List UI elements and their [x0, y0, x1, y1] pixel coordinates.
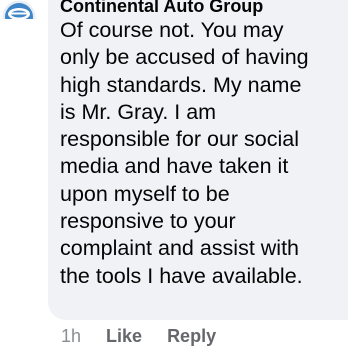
comment-line: responsive to your [60, 209, 236, 234]
comment-timestamp[interactable]: 1h [61, 326, 81, 347]
comment-line: complaint and assist with [60, 236, 299, 261]
comment-line: the tools I have available. [60, 263, 303, 288]
comment-view: Continental Auto Group Of course not. Yo… [0, 0, 348, 348]
comment-author[interactable]: Continental Auto Group [60, 0, 263, 17]
comment-line: upon myself to be [60, 181, 230, 206]
comment-line: only be accused of having [60, 45, 309, 70]
comment-line: Of course not. You may [60, 18, 284, 42]
profile-avatar[interactable] [2, 0, 36, 19]
comment-text: Of course not. You may only be accused o… [60, 17, 346, 290]
comment-line: high standards. My name [60, 72, 302, 97]
comment-actions: 1h Like Reply [61, 324, 216, 348]
comment-line: media and have taken it [60, 154, 289, 179]
like-button[interactable]: Like [106, 326, 142, 347]
continental-auto-group-logo-icon [2, 0, 36, 19]
reply-button[interactable]: Reply [167, 326, 216, 347]
comment-line: responsible for our social [60, 127, 300, 152]
comment-line: is Mr. Gray. I am [60, 99, 217, 124]
